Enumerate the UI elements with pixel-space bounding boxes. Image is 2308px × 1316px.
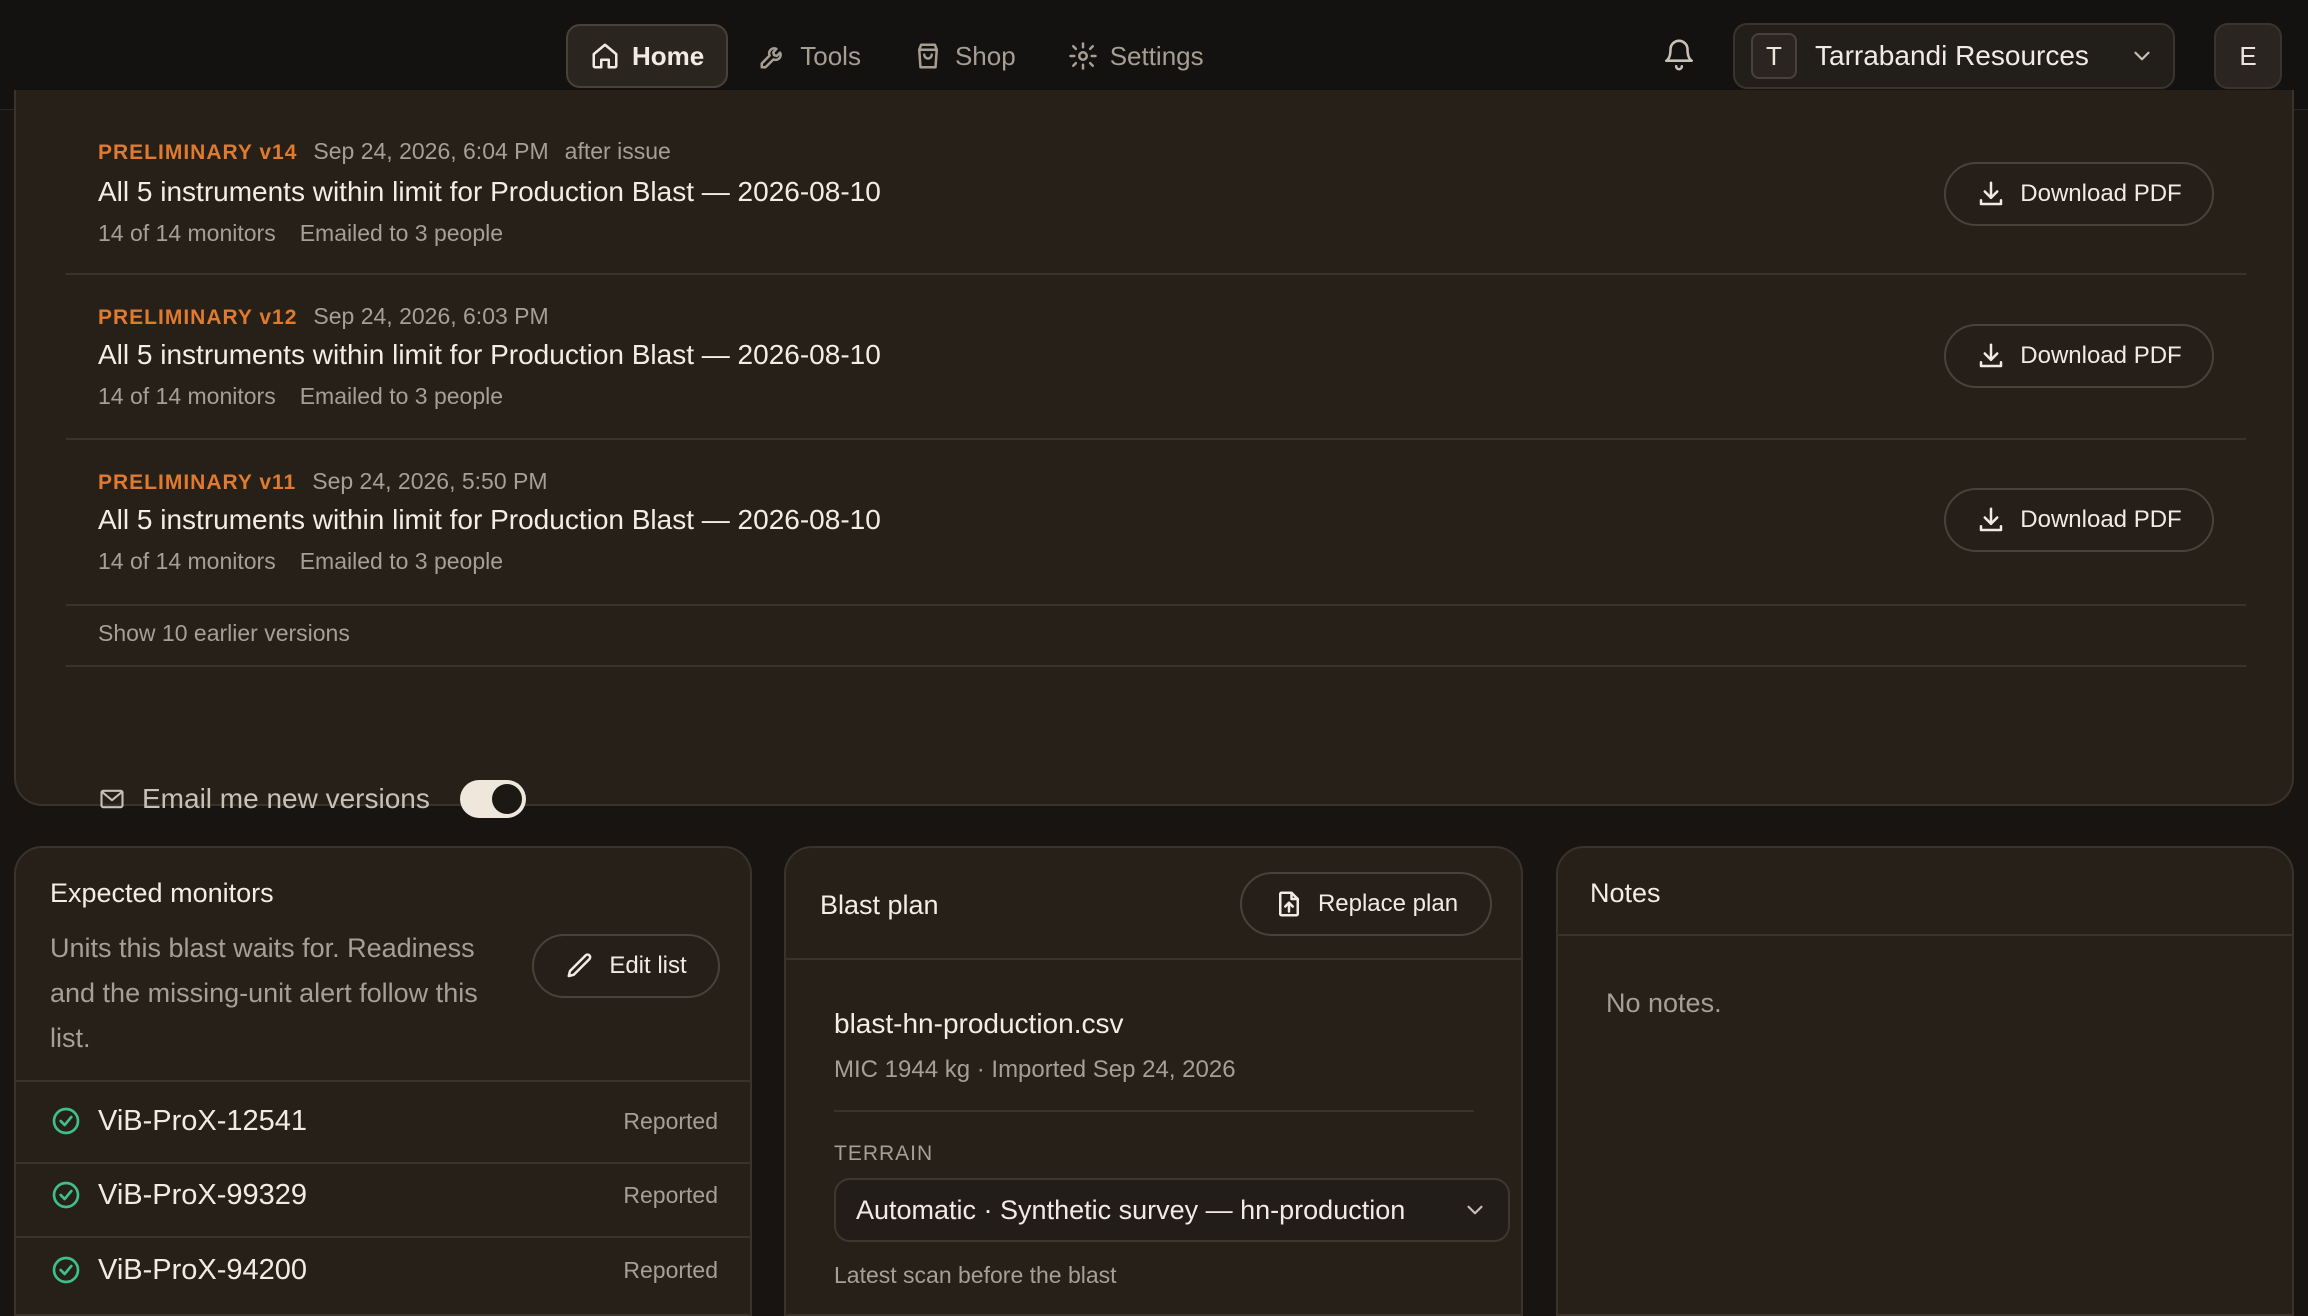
version-emailed: Emailed to 3 people — [299, 548, 504, 574]
terrain-label: TERRAIN — [834, 1142, 934, 1165]
nav-tools[interactable]: Tools — [736, 24, 883, 88]
monitor-name: ViB-ProX-12541 — [98, 1104, 308, 1137]
nav-shop-label: Shop — [954, 40, 1016, 71]
chevron-down-icon — [1467, 1205, 1483, 1215]
download-pdf-label: Download PDF — [2020, 506, 2182, 533]
replace-plan-label: Replace plan — [1317, 890, 1459, 917]
version-timestamp: Sep 24, 2026, 6:03 PM — [313, 303, 549, 329]
notes-title: Notes — [1590, 878, 1661, 908]
version-sub: 14 of 14 monitors Emailed to 3 people — [98, 220, 503, 247]
download-icon — [1980, 507, 2003, 532]
email-new-versions-label: Email me new versions — [142, 783, 430, 814]
monitor-row: ViB-ProX-94200 Reported — [16, 1233, 750, 1307]
monitor-status: Reported — [623, 1256, 718, 1283]
divider — [1558, 934, 2292, 936]
check-circle-icon — [52, 1256, 80, 1284]
download-pdf-label: Download PDF — [2020, 180, 2182, 207]
nav-tools-label: Tools — [800, 40, 861, 71]
monitor-row: ViB-ProX-99329 Reported — [16, 1158, 750, 1232]
versions-card: PRELIMINARY v14 Sep 24, 2026, 6:04 PM af… — [14, 90, 2294, 818]
check-circle-icon — [52, 1107, 80, 1135]
version-monitors: 14 of 14 monitors — [98, 548, 276, 574]
org-avatar: T — [1751, 33, 1797, 79]
version-title: All 5 instruments within limit for Produ… — [98, 504, 881, 535]
monitor-row: ViB-ProX-12541 Reported — [16, 1084, 750, 1158]
show-earlier-versions-link[interactable]: Show 10 earlier versions — [98, 620, 350, 647]
divider — [16, 1080, 750, 1082]
nav-home-label: Home — [632, 40, 705, 71]
version-timestamp: Sep 24, 2026, 5:50 PM — [312, 468, 548, 494]
edit-list-label: Edit list — [609, 952, 687, 979]
file-upload-icon — [1278, 891, 1299, 917]
version-tag: PRELIMINARY v14 — [98, 141, 298, 164]
email-new-versions-toggle[interactable] — [459, 780, 526, 818]
plan-file-name: blast-hn-production.csv — [834, 1008, 1124, 1039]
terrain-select[interactable]: Automatic · Synthetic survey — hn-produc… — [834, 1178, 1510, 1242]
version-row: PRELIMINARY v14 Sep 24, 2026, 6:04 PM af… — [66, 90, 2246, 275]
version-row: PRELIMINARY v12 Sep 24, 2026, 6:03 PM Al… — [66, 277, 2246, 440]
terrain-value: Automatic · Synthetic survey — hn-produc… — [856, 1194, 1406, 1225]
version-sub: 14 of 14 monitors Emailed to 3 people — [98, 383, 503, 410]
bell-icon[interactable] — [1662, 38, 1696, 72]
download-pdf-button[interactable]: Download PDF — [1944, 488, 2214, 552]
divider — [66, 665, 2246, 667]
version-title: All 5 instruments within limit for Produ… — [98, 176, 881, 207]
version-monitors: 14 of 14 monitors — [98, 220, 276, 246]
chevron-down-icon — [2134, 51, 2150, 61]
gear-icon — [1068, 42, 1097, 70]
notes-card: Notes No notes. — [1556, 846, 2294, 1316]
divider — [834, 1110, 1474, 1112]
email-new-versions-row: Email me new versions — [98, 780, 526, 818]
version-tag: PRELIMINARY v12 — [98, 306, 298, 329]
download-pdf-label: Download PDF — [2020, 342, 2182, 369]
monitor-name: ViB-ProX-94200 — [98, 1253, 308, 1286]
monitor-name: ViB-ProX-99329 — [98, 1178, 308, 1211]
shopping-bag-icon — [917, 43, 938, 69]
monitor-status: Reported — [623, 1107, 718, 1134]
mail-icon — [100, 789, 124, 809]
nav-shop[interactable]: Shop — [891, 24, 1038, 88]
version-sub: 14 of 14 monitors Emailed to 3 people — [98, 548, 503, 575]
plan-file-meta: MIC 1944 kg · Imported Sep 24, 2026 — [834, 1056, 1236, 1083]
version-meta: PRELIMINARY v14 Sep 24, 2026, 6:04 PM af… — [98, 138, 671, 165]
blast-plan-title: Blast plan — [820, 890, 939, 920]
expected-monitors-description: Units this blast waits for. Readiness an… — [50, 933, 478, 1053]
version-monitors: 14 of 14 monitors — [98, 383, 276, 409]
main-nav: Home Tools Shop Settings — [566, 24, 1226, 88]
replace-plan-button[interactable]: Replace plan — [1240, 872, 1492, 936]
blast-plan-card: Blast plan Replace plan blast-hn-product… — [784, 846, 1523, 1316]
expected-monitors-card: Expected monitors Units this blast waits… — [14, 846, 752, 1316]
version-title: All 5 instruments within limit for Produ… — [98, 339, 881, 370]
user-avatar-button[interactable]: E — [2214, 23, 2282, 89]
nav-settings-label: Settings — [1109, 40, 1204, 71]
version-row: PRELIMINARY v11 Sep 24, 2026, 5:50 PM Al… — [66, 442, 2246, 606]
org-name: Tarrabandi Resources — [1815, 40, 2089, 71]
download-pdf-button[interactable]: Download PDF — [1944, 162, 2214, 226]
download-pdf-button[interactable]: Download PDF — [1944, 324, 2214, 388]
divider — [786, 958, 1521, 960]
check-circle-icon — [52, 1181, 80, 1209]
version-tag: PRELIMINARY v11 — [98, 471, 297, 494]
nav-home[interactable]: Home — [566, 24, 729, 88]
download-icon — [1980, 343, 2003, 368]
version-meta: PRELIMINARY v11 Sep 24, 2026, 5:50 PM — [98, 468, 548, 495]
wrench-icon — [760, 47, 783, 69]
expected-monitors-title: Expected monitors — [50, 878, 274, 908]
pencil-icon — [567, 953, 592, 978]
download-icon — [1980, 181, 2003, 206]
monitor-status: Reported — [623, 1181, 718, 1208]
version-emailed: Emailed to 3 people — [299, 220, 504, 246]
toggle-knob — [491, 784, 522, 814]
edit-list-button[interactable]: Edit list — [532, 934, 720, 998]
home-icon — [592, 43, 618, 69]
version-emailed: Emailed to 3 people — [299, 383, 504, 409]
version-timestamp: Sep 24, 2026, 6:04 PM — [313, 138, 549, 164]
version-meta: PRELIMINARY v12 Sep 24, 2026, 6:03 PM — [98, 303, 549, 330]
terrain-help-text: Latest scan before the blast — [834, 1262, 1117, 1288]
org-switcher[interactable]: T Tarrabandi Resources — [1733, 23, 2175, 89]
notes-empty-text: No notes. — [1606, 988, 1722, 1018]
nav-settings[interactable]: Settings — [1046, 24, 1226, 88]
version-note: after issue — [564, 138, 671, 164]
